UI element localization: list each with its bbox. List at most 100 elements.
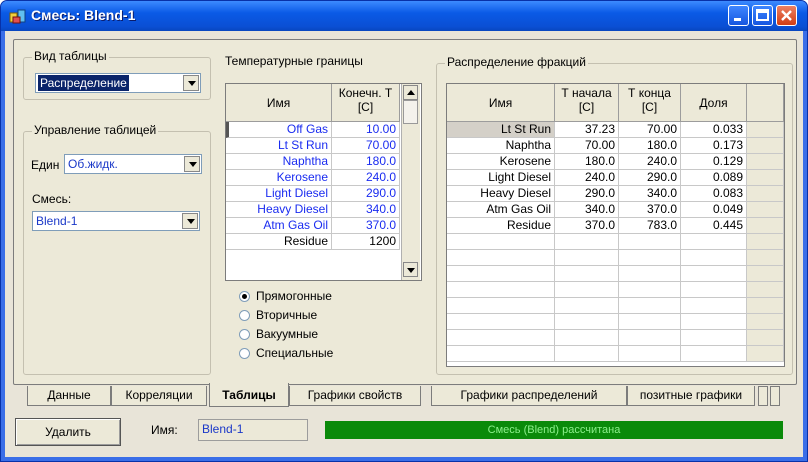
- view-type-select[interactable]: Распределение: [35, 73, 201, 93]
- dist-cell-empty[interactable]: [747, 330, 784, 346]
- dist-cell-t-start[interactable]: [555, 250, 619, 266]
- dist-cell-empty[interactable]: [747, 234, 784, 250]
- radio-dot[interactable]: [239, 329, 250, 340]
- dist-cell-t-start[interactable]: 180.0: [555, 154, 619, 170]
- dist-cell-empty[interactable]: [747, 186, 784, 202]
- dist-cell-empty[interactable]: [747, 346, 784, 362]
- tab-scroll-left[interactable]: [758, 386, 768, 406]
- dist-cell-name[interactable]: [447, 330, 555, 346]
- dist-cell-name[interactable]: [447, 314, 555, 330]
- dist-cell-name[interactable]: [447, 266, 555, 282]
- scroll-down-button[interactable]: [403, 262, 418, 277]
- temp-cell-name[interactable]: Off Gas: [226, 122, 332, 138]
- dist-cell-t-end[interactable]: 370.0: [619, 202, 681, 218]
- dist-cell-share[interactable]: [681, 250, 747, 266]
- dist-cell-name[interactable]: Light Diesel: [447, 170, 555, 186]
- dist-cell-empty[interactable]: [747, 218, 784, 234]
- dist-cell-share[interactable]: 0.033: [681, 122, 747, 138]
- dist-cell-empty[interactable]: [747, 314, 784, 330]
- dist-cell-name[interactable]: Residue: [447, 218, 555, 234]
- dist-cell-t-end[interactable]: [619, 234, 681, 250]
- dist-cell-t-start[interactable]: 290.0: [555, 186, 619, 202]
- dist-cell-share[interactable]: [681, 266, 747, 282]
- temp-cell-name[interactable]: Atm Gas Oil: [226, 218, 332, 234]
- temp-cell-end-t[interactable]: 10.00: [332, 122, 400, 138]
- tab-2[interactable]: Таблицы: [209, 383, 289, 407]
- dist-cell-name[interactable]: [447, 234, 555, 250]
- temp-cell-name[interactable]: Naphtha: [226, 154, 332, 170]
- dist-cell-empty[interactable]: [747, 266, 784, 282]
- dist-cell-share[interactable]: [681, 234, 747, 250]
- dist-cell-t-start[interactable]: [555, 282, 619, 298]
- dist-cell-t-end[interactable]: 783.0: [619, 218, 681, 234]
- dist-cell-t-start[interactable]: [555, 266, 619, 282]
- dist-cell-share[interactable]: 0.445: [681, 218, 747, 234]
- blend-dropdown-button[interactable]: [182, 213, 198, 229]
- minimize-button[interactable]: [728, 5, 749, 26]
- maximize-button[interactable]: [752, 5, 773, 26]
- dist-cell-empty[interactable]: [747, 202, 784, 218]
- dist-cell-t-start[interactable]: 70.00: [555, 138, 619, 154]
- dist-cell-t-end[interactable]: [619, 298, 681, 314]
- temp-cell-end-t[interactable]: 370.0: [332, 218, 400, 234]
- dist-cell-share[interactable]: [681, 330, 747, 346]
- dist-cell-name[interactable]: [447, 250, 555, 266]
- temp-cell-name[interactable]: Heavy Diesel: [226, 202, 332, 218]
- dist-cell-t-start[interactable]: [555, 330, 619, 346]
- dist-cell-share[interactable]: [681, 346, 747, 362]
- dist-cell-t-end[interactable]: [619, 266, 681, 282]
- dist-cell-t-end[interactable]: [619, 330, 681, 346]
- blend-select[interactable]: Blend-1: [32, 211, 200, 231]
- radio-dot[interactable]: [239, 291, 250, 302]
- dist-cell-t-start[interactable]: [555, 346, 619, 362]
- radio-dot[interactable]: [239, 310, 250, 321]
- temp-cell-end-t[interactable]: 290.0: [332, 186, 400, 202]
- dist-cell-name[interactable]: Atm Gas Oil: [447, 202, 555, 218]
- temp-cell-end-t[interactable]: 180.0: [332, 154, 400, 170]
- dist-cell-name[interactable]: Naphtha: [447, 138, 555, 154]
- dist-cell-name[interactable]: Kerosene: [447, 154, 555, 170]
- dist-cell-share[interactable]: 0.083: [681, 186, 747, 202]
- tab-scroll-right[interactable]: [770, 386, 780, 406]
- tab-3[interactable]: Графики свойств: [289, 386, 421, 406]
- dist-cell-empty[interactable]: [747, 154, 784, 170]
- dist-cell-t-start[interactable]: 370.0: [555, 218, 619, 234]
- dist-cell-share[interactable]: 0.129: [681, 154, 747, 170]
- temp-cell-name[interactable]: Lt St Run: [226, 138, 332, 154]
- temp-cell-name[interactable]: Kerosene: [226, 170, 332, 186]
- dist-cell-t-end[interactable]: 70.00: [619, 122, 681, 138]
- units-dropdown-button[interactable]: [184, 156, 200, 172]
- name-field[interactable]: Blend-1: [198, 419, 308, 441]
- dist-cell-name[interactable]: [447, 298, 555, 314]
- dist-cell-empty[interactable]: [747, 298, 784, 314]
- dist-cell-t-end[interactable]: [619, 282, 681, 298]
- dist-cell-t-end[interactable]: [619, 250, 681, 266]
- close-button[interactable]: [776, 5, 797, 26]
- dist-cell-share[interactable]: [681, 282, 747, 298]
- dist-cell-empty[interactable]: [747, 282, 784, 298]
- dist-cell-share[interactable]: 0.173: [681, 138, 747, 154]
- temp-cell-end-t[interactable]: 240.0: [332, 170, 400, 186]
- dist-cell-name[interactable]: [447, 346, 555, 362]
- dist-cell-empty[interactable]: [747, 122, 784, 138]
- dist-cell-t-end[interactable]: 290.0: [619, 170, 681, 186]
- dist-cell-share[interactable]: [681, 314, 747, 330]
- temp-table-scrollbar[interactable]: [401, 84, 420, 280]
- tab-5[interactable]: позитные графики: [627, 386, 755, 406]
- temp-cell-end-t[interactable]: 340.0: [332, 202, 400, 218]
- dist-cell-share[interactable]: 0.089: [681, 170, 747, 186]
- radio-dot[interactable]: [239, 348, 250, 359]
- tab-0[interactable]: Данные: [27, 386, 111, 406]
- dist-cell-t-end[interactable]: [619, 314, 681, 330]
- view-type-dropdown-button[interactable]: [183, 75, 199, 91]
- dist-cell-empty[interactable]: [747, 170, 784, 186]
- temperature-bounds-table[interactable]: Имя Конечн. Т [C] Off Gas 10.00 Lt St Run 7…: [225, 83, 422, 281]
- dist-cell-share[interactable]: [681, 298, 747, 314]
- dist-cell-t-end[interactable]: 240.0: [619, 154, 681, 170]
- dist-cell-empty[interactable]: [747, 250, 784, 266]
- dist-cell-t-start[interactable]: 240.0: [555, 170, 619, 186]
- dist-cell-t-end[interactable]: 180.0: [619, 138, 681, 154]
- dist-cell-t-start[interactable]: [555, 314, 619, 330]
- fraction-distribution-table[interactable]: Имя Т начала [C] Т конца [C] Доля Lt St Ru…: [446, 83, 785, 367]
- temp-cell-name[interactable]: Residue: [226, 234, 332, 250]
